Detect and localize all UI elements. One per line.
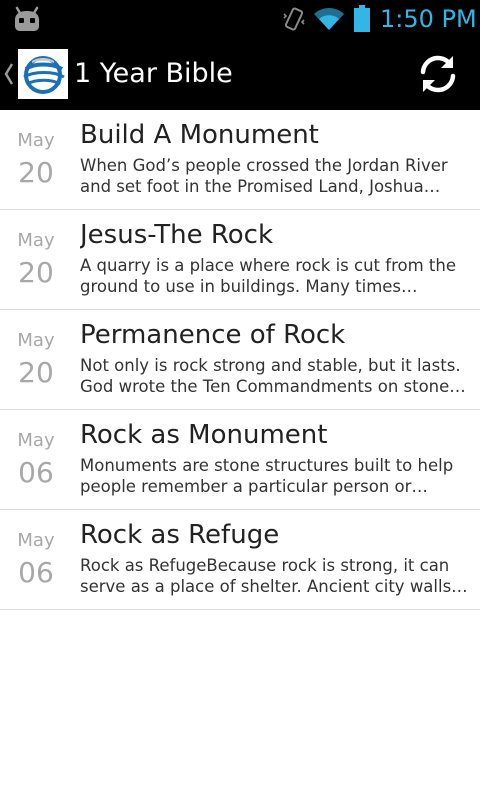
entry-title: Permanence of Rock: [80, 320, 346, 350]
list-item[interactable]: May 06 Rock as Refuge Rock as RefugeBeca…: [0, 510, 480, 610]
home-up-button[interactable]: [0, 38, 72, 110]
vibrate-icon: [283, 7, 305, 31]
entry-month: May: [17, 230, 55, 251]
entry-day: 20: [18, 356, 54, 389]
status-clock: 1:50 PM: [380, 5, 477, 33]
entry-month: May: [17, 330, 55, 351]
list-item[interactable]: May 20 Jesus-The Rock A quarry is a plac…: [0, 210, 480, 310]
refresh-icon[interactable]: [412, 48, 464, 100]
app-logo-icon: [18, 49, 68, 99]
entry-month: May: [17, 430, 55, 451]
battery-icon: [354, 5, 370, 32]
entry-title: Rock as Monument: [80, 420, 328, 450]
status-bar: 1:50 PM: [0, 0, 480, 38]
entry-title: Jesus-The Rock: [80, 220, 274, 250]
wifi-icon: [314, 8, 344, 30]
entry-summary: A quarry is a place where rock is cut fr…: [80, 256, 456, 296]
up-caret-icon: [4, 63, 14, 85]
entry-title: Rock as Refuge: [80, 520, 280, 550]
cyanogenmod-robot-icon: [15, 6, 39, 31]
devotional-list: May 20 Build A Monument When God’s peopl…: [0, 110, 480, 610]
list-item[interactable]: May 06 Rock as Monument Monuments are st…: [0, 410, 480, 510]
action-bar: 1 Year Bible: [0, 38, 480, 110]
app-title: 1 Year Bible: [74, 58, 233, 89]
entry-summary: Not only is rock strong and stable, but …: [80, 356, 466, 396]
list-item[interactable]: May 20 Build A Monument When God’s peopl…: [0, 110, 480, 210]
entry-month: May: [17, 530, 55, 551]
list-item[interactable]: May 20 Permanence of Rock Not only is ro…: [0, 310, 480, 410]
entry-summary: Rock as RefugeBecause rock is strong, it…: [80, 556, 468, 596]
entry-title: Build A Monument: [80, 120, 319, 150]
entry-day: 20: [18, 156, 54, 189]
entry-month: May: [17, 130, 55, 151]
entry-summary: Monuments are stone structures built to …: [80, 456, 454, 496]
entry-day: 06: [18, 456, 54, 489]
entry-summary: When God’s people crossed the Jordan Riv…: [80, 156, 448, 196]
entry-day: 06: [18, 556, 54, 589]
entry-day: 20: [18, 256, 54, 289]
